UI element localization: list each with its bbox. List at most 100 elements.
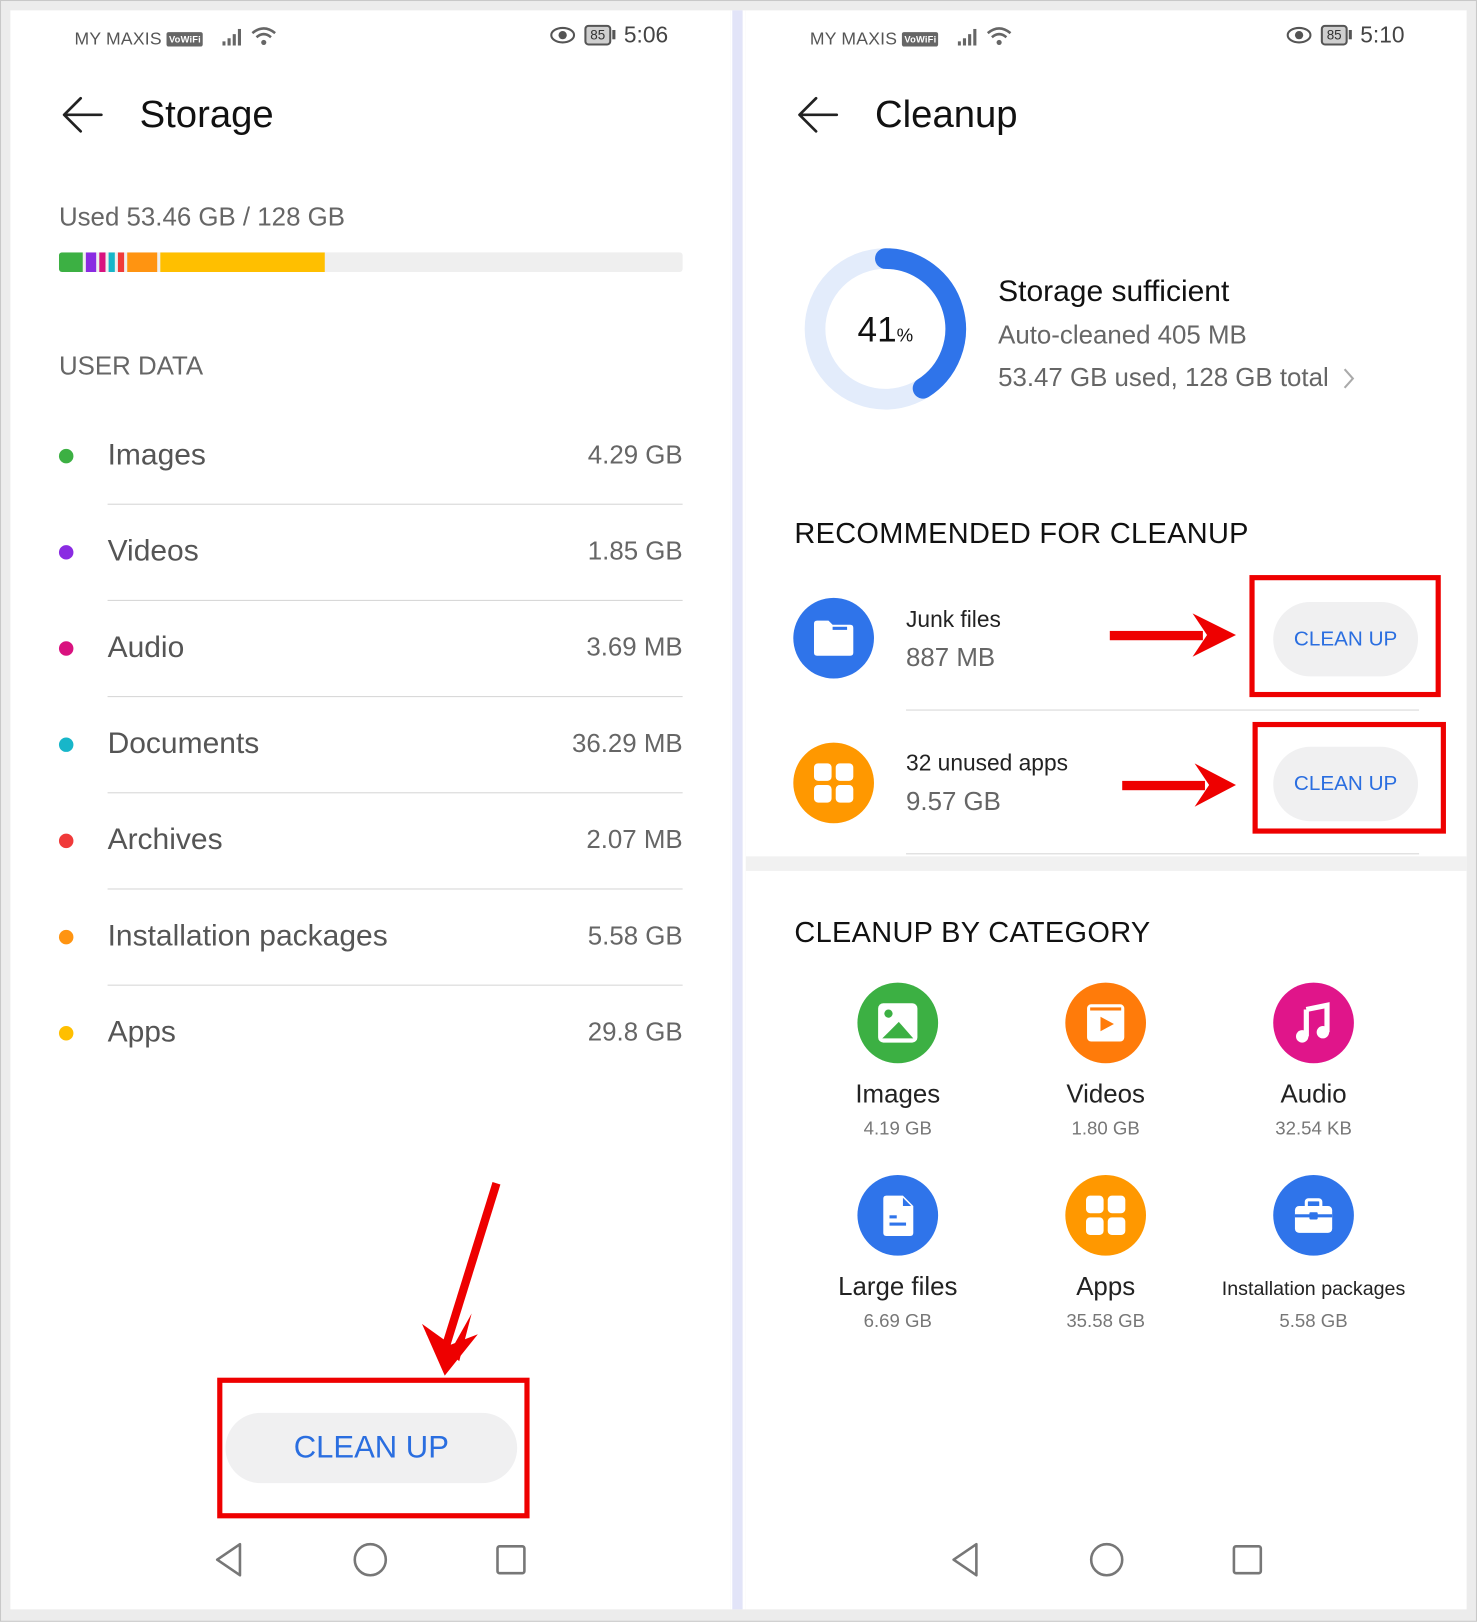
- junk-files-size: 887 MB: [906, 643, 996, 673]
- category-label: Apps: [107, 1015, 176, 1049]
- category-size: 5.58 GB: [587, 921, 683, 951]
- category-size: 35.58 GB: [1066, 1310, 1146, 1332]
- signal-icon: [222, 28, 242, 46]
- cleanup-screen: MY MAXIS VoWiFi 85 5:10 Cleanup 41% Stor…: [745, 10, 1467, 1610]
- chevron-right-icon: [1343, 368, 1354, 389]
- nav-recents-icon[interactable]: [490, 1539, 531, 1580]
- category-label: Images: [107, 438, 206, 472]
- category-label: Documents: [107, 727, 260, 761]
- clock: 5:10: [1360, 21, 1405, 48]
- category-label: Images: [855, 1079, 941, 1109]
- category-size: 3.69 MB: [586, 632, 683, 662]
- nav-bar: [746, 1539, 1467, 1580]
- nav-home-icon[interactable]: [350, 1539, 391, 1580]
- nav-home-icon[interactable]: [1085, 1539, 1126, 1580]
- usage-percent-sign: %: [896, 324, 914, 346]
- back-button[interactable]: [58, 91, 110, 143]
- annotation-arrow: [1109, 613, 1236, 657]
- category-images-button[interactable]: [857, 982, 939, 1064]
- panel-divider: [730, 10, 746, 1610]
- usage-segment-audio: [98, 252, 106, 273]
- nav-recents-icon[interactable]: [1226, 1539, 1267, 1580]
- apps-grid-icon: [813, 763, 854, 803]
- category-label: Installation packages: [107, 919, 388, 953]
- battery-indicator: 85: [1320, 24, 1348, 46]
- vowifi-badge: VoWiFi: [166, 32, 204, 47]
- user-data-row[interactable]: Archives 2.07 MB: [10, 811, 730, 875]
- category-label: Archives: [107, 823, 223, 857]
- unused-apps-size: 9.57 GB: [906, 787, 1001, 817]
- user-data-row[interactable]: Audio 3.69 MB: [10, 619, 730, 683]
- storage-details-link[interactable]: 53.47 GB used, 128 GB total: [998, 363, 1356, 393]
- category-label: Large files: [838, 1272, 958, 1302]
- storage-usage-bar: [58, 252, 683, 273]
- user-data-row[interactable]: Installation packages 5.58 GB: [10, 907, 730, 971]
- category-color-dot: [58, 545, 74, 560]
- clock: 5:06: [623, 21, 669, 48]
- nav-back-icon[interactable]: [945, 1539, 986, 1580]
- apps-grid-icon: [1086, 1195, 1126, 1235]
- annotation-arrow: [421, 1182, 501, 1376]
- category-color-dot: [58, 448, 74, 464]
- carrier-label: MY MAXIS: [74, 28, 162, 49]
- category-videos-button[interactable]: [1065, 982, 1147, 1064]
- user-data-row[interactable]: Videos 1.85 GB: [10, 522, 730, 586]
- status-bar-left: MY MAXIS VoWiFi: [810, 25, 1015, 50]
- storage-status: Storage sufficient: [998, 275, 1230, 309]
- screenshot-comparison: MY MAXIS VoWiFi 85 5:06 Storage Used 53.…: [0, 0, 1477, 1622]
- battery-indicator: 85: [584, 24, 612, 46]
- annotation-highlight-box: [1252, 721, 1446, 834]
- divider: [107, 888, 683, 890]
- category-size: 2.07 MB: [586, 825, 683, 855]
- back-arrow-icon: [62, 96, 103, 133]
- user-data-row[interactable]: Images 4.29 GB: [10, 426, 730, 490]
- junk-files-label: Junk files: [906, 606, 1001, 632]
- divider: [107, 503, 683, 505]
- wifi-icon: [987, 27, 1012, 45]
- section-spacer: [745, 856, 1467, 871]
- category-large-files-button[interactable]: [857, 1174, 939, 1256]
- user-data-row[interactable]: Apps 29.8 GB: [10, 1003, 730, 1067]
- back-button[interactable]: [793, 91, 845, 143]
- section-title-user-data: USER DATA: [58, 351, 204, 381]
- eye-comfort-icon: [549, 26, 575, 44]
- status-bar-left: MY MAXIS VoWiFi: [74, 25, 279, 50]
- category-size: 29.8 GB: [587, 1017, 683, 1047]
- usage-segment-documents: [108, 252, 115, 273]
- category-color-dot: [58, 833, 74, 849]
- divider: [107, 792, 683, 794]
- unused-apps-label: 32 unused apps: [906, 749, 1068, 776]
- usage-percent: 41%: [803, 310, 968, 350]
- category-size: 36.29 MB: [571, 729, 683, 759]
- battery-tip: [612, 29, 616, 40]
- battery-tip: [1348, 29, 1353, 40]
- category-apps-button[interactable]: [1065, 1174, 1147, 1256]
- category-audio-button[interactable]: [1273, 982, 1354, 1064]
- nav-back-icon[interactable]: [209, 1539, 250, 1580]
- category-size: 6.69 GB: [863, 1310, 932, 1332]
- user-data-row[interactable]: Documents 36.29 MB: [10, 715, 730, 779]
- wifi-icon: [251, 27, 277, 45]
- unused-apps-icon-circle: [793, 742, 874, 824]
- toolbox-icon: [1294, 1198, 1333, 1233]
- auto-cleaned-label: Auto-cleaned 405 MB: [998, 320, 1247, 350]
- category-label: Videos: [107, 534, 199, 568]
- category-color-dot: [58, 929, 74, 945]
- page-title: Cleanup: [875, 93, 1018, 136]
- annotation-highlight-box: [217, 1377, 530, 1519]
- category-installation-packages-button[interactable]: [1273, 1174, 1354, 1256]
- usage-segment-images: [58, 252, 83, 273]
- category-label: Apps: [1076, 1272, 1136, 1302]
- storage-screen: MY MAXIS VoWiFi 85 5:06 Storage Used 53.…: [10, 10, 731, 1610]
- category-size: 4.19 GB: [863, 1118, 932, 1139]
- vowifi-badge: VoWiFi: [902, 32, 939, 47]
- category-color-dot: [58, 641, 74, 656]
- category-label: Videos: [1066, 1079, 1145, 1109]
- status-bar-right: 85 5:10: [1285, 21, 1405, 49]
- category-label: Audio: [1280, 1079, 1347, 1109]
- usage-segment-videos: [85, 252, 96, 273]
- divider: [107, 696, 683, 698]
- junk-files-icon-circle: [793, 597, 874, 679]
- category-size: 1.85 GB: [587, 536, 683, 566]
- back-arrow-icon: [798, 96, 839, 133]
